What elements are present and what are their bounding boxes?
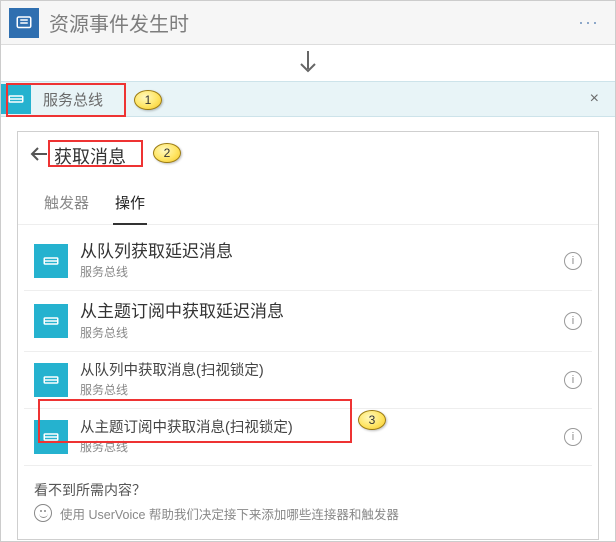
servicebus-icon [34, 363, 68, 397]
list-item[interactable]: 从队列中获取消息(扫视锁定) 服务总线 i [24, 352, 592, 409]
arrow-down-icon [297, 50, 319, 76]
close-button[interactable]: × [584, 86, 605, 112]
list-item-sub: 服务总线 [80, 381, 556, 398]
action-list: 从队列获取延迟消息 服务总线 i 从主题订阅中获取延迟消息 服务总线 i [18, 225, 598, 466]
search-input[interactable] [54, 146, 144, 167]
list-item[interactable]: 从主题订阅中获取消息(扫视锁定) 服务总线 i [24, 409, 592, 466]
connector-bar: 服务总线 × [1, 81, 615, 117]
footer-suggest-text: 使用 UserVoice 帮助我们决定接下来添加哪些连接器和触发器 [60, 504, 399, 523]
list-item-text: 从队列获取延迟消息 服务总线 [80, 241, 556, 280]
action-picker-panel: 触发器 操作 从队列获取延迟消息 服务总线 i 从主题订阅中获取延迟消息 [17, 131, 599, 540]
servicebus-icon [1, 84, 31, 114]
servicebus-icon [34, 420, 68, 454]
more-menu-button[interactable]: ··· [570, 8, 607, 37]
app-icon [9, 8, 39, 38]
list-item[interactable]: 从主题订阅中获取延迟消息 服务总线 i [24, 291, 592, 351]
search-row [18, 132, 598, 176]
footer-suggest: 使用 UserVoice 帮助我们决定接下来添加哪些连接器和触发器 [34, 504, 582, 523]
trigger-header: 资源事件发生时 ··· [1, 1, 615, 45]
servicebus-icon [34, 244, 68, 278]
list-item-sub: 服务总线 [80, 438, 556, 455]
info-icon[interactable]: i [564, 428, 582, 446]
smiley-icon [34, 504, 52, 522]
tab-triggers[interactable]: 触发器 [42, 186, 91, 224]
list-item-text: 从主题订阅中获取延迟消息 服务总线 [80, 301, 556, 340]
flow-arrow-area [1, 45, 615, 81]
back-button[interactable] [28, 142, 54, 170]
info-icon[interactable]: i [564, 371, 582, 389]
list-item-sub: 服务总线 [80, 324, 556, 341]
trigger-title: 资源事件发生时 [49, 8, 570, 37]
connector-label: 服务总线 [43, 89, 584, 110]
list-item-sub: 服务总线 [80, 263, 556, 280]
tab-actions[interactable]: 操作 [113, 186, 147, 225]
footer-hint: 看不到所需内容？ 使用 UserVoice 帮助我们决定接下来添加哪些连接器和触… [18, 466, 598, 523]
list-item-title: 从队列中获取消息(扫视锁定) [80, 362, 556, 380]
servicebus-icon [34, 304, 68, 338]
info-icon[interactable]: i [564, 312, 582, 330]
list-item-text: 从主题订阅中获取消息(扫视锁定) 服务总线 [80, 419, 556, 455]
list-item[interactable]: 从队列获取延迟消息 服务总线 i [24, 231, 592, 291]
info-icon[interactable]: i [564, 252, 582, 270]
footer-question: 看不到所需内容？ [34, 480, 582, 500]
list-item-text: 从队列中获取消息(扫视锁定) 服务总线 [80, 362, 556, 398]
list-item-title: 从队列获取延迟消息 [80, 241, 556, 262]
list-item-title: 从主题订阅中获取延迟消息 [80, 301, 556, 322]
list-item-title: 从主题订阅中获取消息(扫视锁定) [80, 419, 556, 437]
tabs: 触发器 操作 [18, 176, 598, 225]
